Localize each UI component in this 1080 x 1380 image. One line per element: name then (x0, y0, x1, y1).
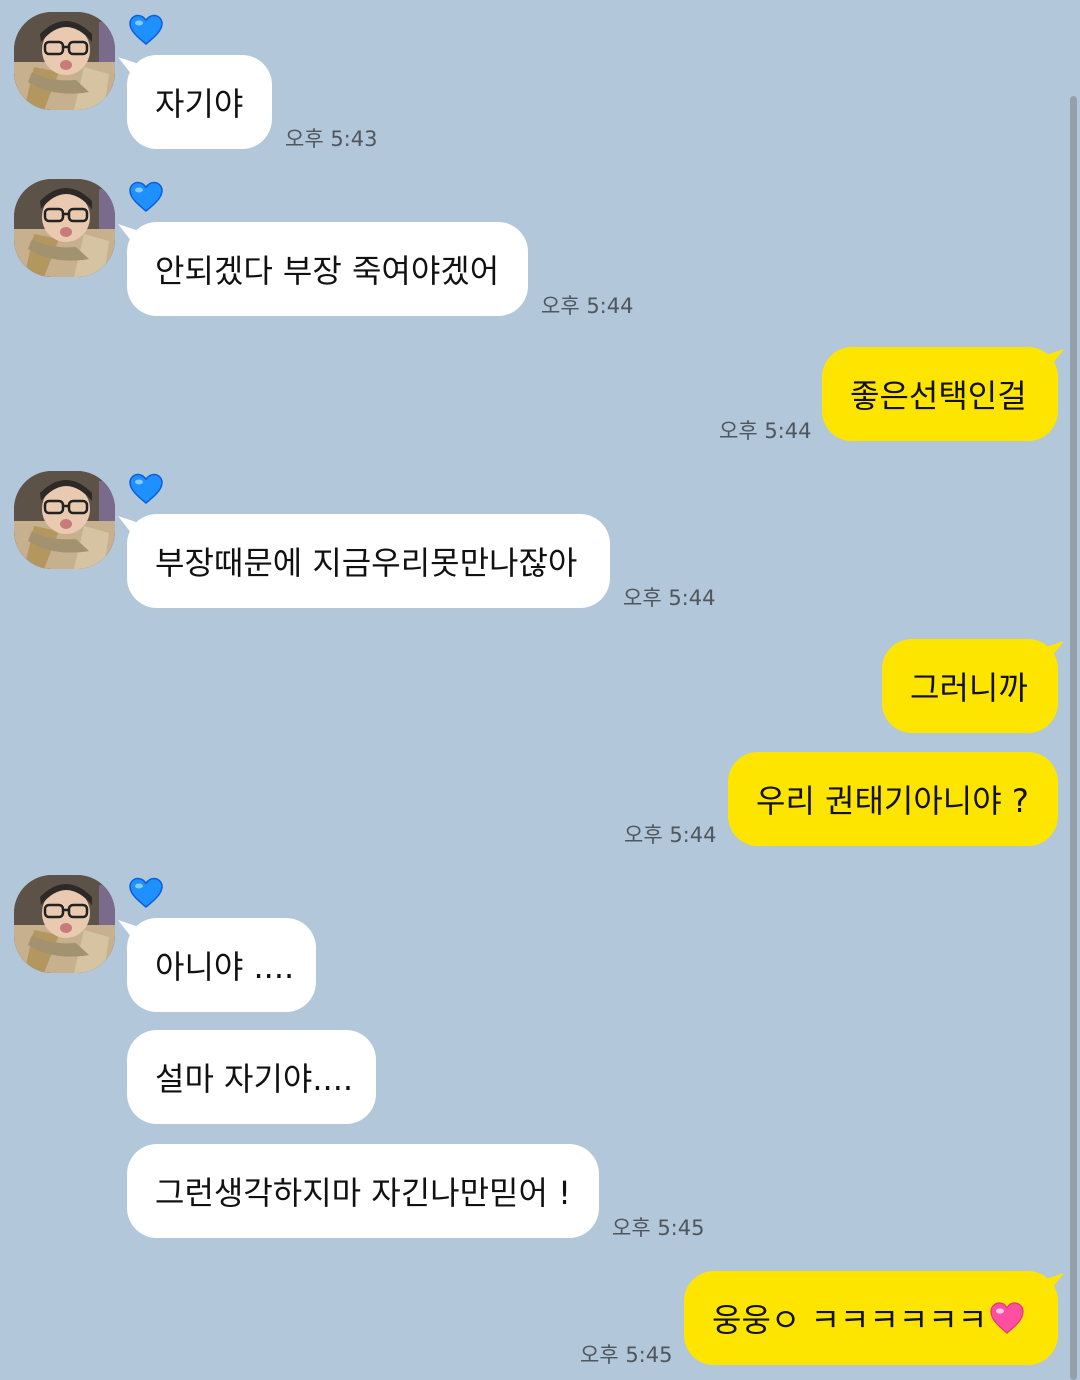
friend-avatar[interactable] (14, 12, 115, 110)
message-bubble-outgoing[interactable]: 좋은선택인걸 (822, 347, 1058, 441)
message-bubble-incoming[interactable]: 설마 자기야.... (127, 1030, 376, 1124)
pink-heart-icon (990, 1302, 1024, 1334)
message-text: 그러니까 (910, 669, 1028, 707)
message-bubble-outgoing[interactable]: 우리 권태기아니야 ? (728, 752, 1058, 846)
scrollbar[interactable] (1070, 96, 1077, 1380)
message-bubble-incoming[interactable]: 부장때문에 지금우리못만나잖아 (127, 514, 610, 608)
message-bubble-outgoing[interactable]: 웅웅ㅇ ㅋㅋㅋㅋㅋㅋ (684, 1271, 1058, 1365)
message-timestamp: 오후 5:45 (612, 1216, 705, 1240)
bubble-tail (1046, 349, 1064, 367)
message-text: 그런생각하지마 자긴나만믿어 ! (155, 1174, 571, 1212)
message-timestamp: 오후 5:43 (285, 127, 378, 151)
message-text: 설마 자기야.... (155, 1060, 354, 1098)
blue-heart-icon (129, 14, 163, 45)
message-bubble-outgoing[interactable]: 그러니까 (882, 639, 1058, 733)
friend-avatar[interactable] (14, 471, 115, 569)
message-text: 웅웅ㅇ ㅋㅋㅋㅋㅋㅋ (712, 1301, 988, 1339)
message-timestamp: 오후 5:44 (719, 419, 812, 443)
message-bubble-incoming[interactable]: 자기야 (127, 55, 272, 149)
friend-avatar[interactable] (14, 875, 115, 973)
message-timestamp: 오후 5:44 (624, 823, 717, 847)
blue-heart-icon (129, 181, 163, 212)
message-text: 아니야 .... (155, 948, 295, 986)
bubble-tail (1046, 641, 1064, 659)
friend-avatar[interactable] (14, 179, 115, 277)
blue-heart-icon (129, 473, 163, 504)
message-text: 자기야 (155, 85, 244, 123)
message-text: 좋은선택인걸 (850, 377, 1027, 415)
blue-heart-icon (129, 877, 163, 908)
message-bubble-incoming[interactable]: 아니야 .... (127, 918, 316, 1012)
message-text: 안되겠다 부장 죽여야겠어 (155, 252, 500, 290)
message-text: 부장때문에 지금우리못만나잖아 (155, 544, 578, 582)
chat-room: 자기야 오후 5:43 안되겠다 부장 죽여야겠어 오후 5:44 좋은선택인걸 (0, 0, 1080, 1380)
message-text: 우리 권태기아니야 ? (756, 782, 1029, 820)
message-timestamp: 오후 5:44 (541, 294, 634, 318)
message-bubble-incoming[interactable]: 그런생각하지마 자긴나만믿어 ! (127, 1144, 599, 1238)
bubble-tail (1046, 1273, 1064, 1291)
message-bubble-incoming[interactable]: 안되겠다 부장 죽여야겠어 (127, 222, 528, 316)
message-timestamp: 오후 5:45 (580, 1343, 673, 1367)
message-timestamp: 오후 5:44 (623, 586, 716, 610)
